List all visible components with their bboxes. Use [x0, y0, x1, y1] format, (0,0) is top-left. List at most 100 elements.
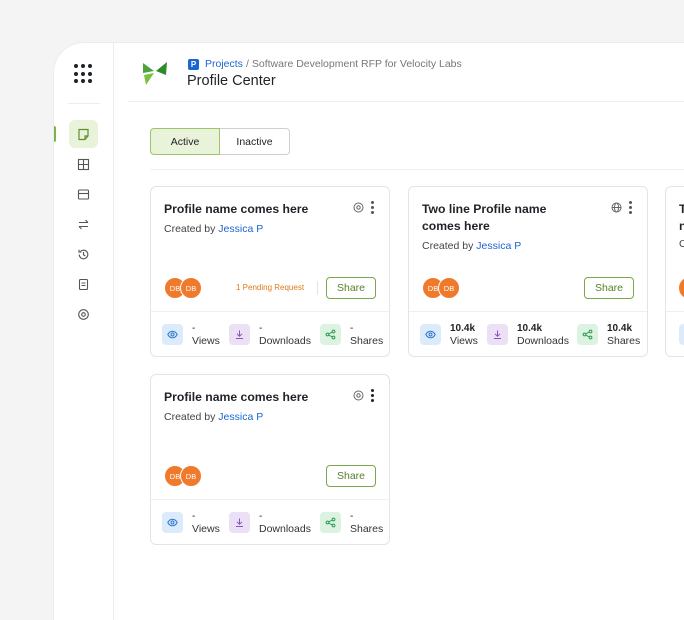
document-icon — [78, 278, 89, 290]
downloads-value: - — [259, 323, 263, 334]
card-actions — [611, 201, 632, 214]
breadcrumb-projects-link[interactable]: Projects — [205, 58, 243, 70]
created-by: Created by Jessica P — [422, 240, 521, 252]
avatar — [679, 277, 684, 299]
sidebar-active-indicator — [54, 126, 56, 142]
transfer-arrows-icon — [78, 219, 89, 229]
more-options-icon[interactable] — [628, 201, 632, 214]
company-logo — [143, 62, 167, 85]
sidebar-item-document[interactable] — [69, 270, 98, 298]
stat-views: 10.4k Views — [420, 322, 478, 348]
created-by-prefix: Created by — [164, 411, 216, 423]
profile-name-partial: Tn — [679, 201, 684, 235]
eye-icon — [420, 324, 441, 345]
tabs-divider — [150, 169, 684, 170]
avatar: DB — [180, 277, 202, 299]
table-grid-icon — [77, 158, 90, 170]
profile-card[interactable]: Profile name comes here Created by Jessi… — [150, 374, 390, 545]
eye-icon — [162, 324, 183, 345]
downloads-value: - — [259, 511, 263, 522]
downloads-value: 10.4k — [517, 323, 543, 334]
author-link[interactable]: Jessica P — [218, 223, 263, 235]
shares-value: 10.4k — [607, 323, 633, 334]
sidebar-item-circle[interactable] — [69, 300, 98, 328]
author-link[interactable]: Jessica P — [218, 411, 263, 423]
stat-downloads: 10.4k Downloads — [487, 322, 569, 348]
views-value: - — [192, 511, 196, 522]
pending-separator — [317, 281, 318, 295]
page-title: Profile Center — [187, 73, 276, 89]
window-icon — [77, 188, 90, 200]
views-label: Views — [192, 523, 220, 535]
at-icon — [353, 202, 364, 213]
views-label: Views — [450, 335, 478, 347]
shares-value: - — [350, 511, 354, 522]
sidebar-item-transfer[interactable] — [69, 210, 98, 238]
card-divider — [151, 499, 389, 500]
downloads-label: Downloads — [259, 335, 311, 347]
download-icon — [229, 512, 250, 533]
views-value: - — [192, 323, 196, 334]
circle-at-icon — [78, 308, 89, 320]
shares-label: Shares — [350, 335, 384, 347]
sidebar-item-window[interactable] — [69, 180, 98, 208]
stat-shares: - Shares — [320, 510, 383, 536]
share-button[interactable]: Share — [326, 277, 376, 299]
more-options-icon[interactable] — [370, 389, 374, 402]
downloads-label: Downloads — [259, 523, 311, 535]
shares-label: Shares — [350, 523, 384, 535]
tab-active[interactable]: Active — [150, 128, 220, 155]
profile-name: Two line Profile name comes here — [422, 202, 547, 233]
stat-views: - Views — [162, 510, 220, 536]
at-icon — [353, 390, 364, 401]
sidebar-item-notes[interactable] — [69, 120, 98, 148]
author-link[interactable]: Jessica P — [476, 240, 521, 252]
card-actions — [353, 389, 374, 402]
avatar: DB — [438, 277, 460, 299]
stat-shares: 10.4k Shares — [577, 322, 640, 348]
avatar-group: DB DB — [164, 465, 202, 487]
eye-icon — [679, 324, 684, 345]
profile-name: Profile name comes here — [164, 390, 309, 404]
profile-card-partial[interactable]: Tn C — [665, 186, 684, 357]
shares-label: Shares — [607, 335, 641, 347]
pending-request-link[interactable]: 1 Pending Request — [236, 283, 304, 292]
sidebar-item-history[interactable] — [69, 240, 98, 268]
note-icon — [78, 128, 89, 140]
sidebar-item-table[interactable] — [69, 150, 98, 178]
breadcrumb-current: Software Development RFP for Velocity La… — [251, 58, 462, 70]
card-divider — [409, 311, 647, 312]
avatar: DB — [180, 465, 202, 487]
download-icon — [487, 324, 508, 345]
download-icon — [229, 324, 250, 345]
created-by-prefix: Created by — [422, 240, 474, 252]
stat-shares: - Shares — [320, 322, 383, 348]
profile-name: Profile name comes here — [164, 202, 309, 216]
created-by: Created by Jessica P — [164, 223, 263, 235]
stat-downloads: - Downloads — [229, 322, 311, 348]
app-grid-icon[interactable] — [74, 64, 94, 84]
share-nodes-icon — [320, 324, 341, 345]
sidebar — [54, 43, 114, 620]
eye-icon — [162, 512, 183, 533]
sidebar-divider — [68, 103, 100, 104]
share-button[interactable]: Share — [584, 277, 634, 299]
downloads-label: Downloads — [517, 335, 569, 347]
created-by-prefix: Created by — [164, 223, 216, 235]
share-button[interactable]: Share — [326, 465, 376, 487]
card-divider — [151, 311, 389, 312]
tab-inactive[interactable]: Inactive — [220, 128, 290, 155]
globe-icon — [611, 202, 622, 213]
breadcrumb: P Projects / Software Development RFP fo… — [188, 58, 462, 70]
share-nodes-icon — [320, 512, 341, 533]
profile-card[interactable]: Profile name comes here Created by Jessi… — [150, 186, 390, 357]
shares-value: - — [350, 323, 354, 334]
stat-views: - Views — [162, 322, 220, 348]
profile-card[interactable]: Two line Profile name comes here Created… — [408, 186, 648, 357]
stat-downloads: - Downloads — [229, 510, 311, 536]
avatar-group: DB DB — [164, 277, 202, 299]
created-by-partial: C — [679, 238, 684, 250]
status-tabs: Active Inactive — [150, 128, 290, 155]
card-actions — [353, 201, 374, 214]
more-options-icon[interactable] — [370, 201, 374, 214]
